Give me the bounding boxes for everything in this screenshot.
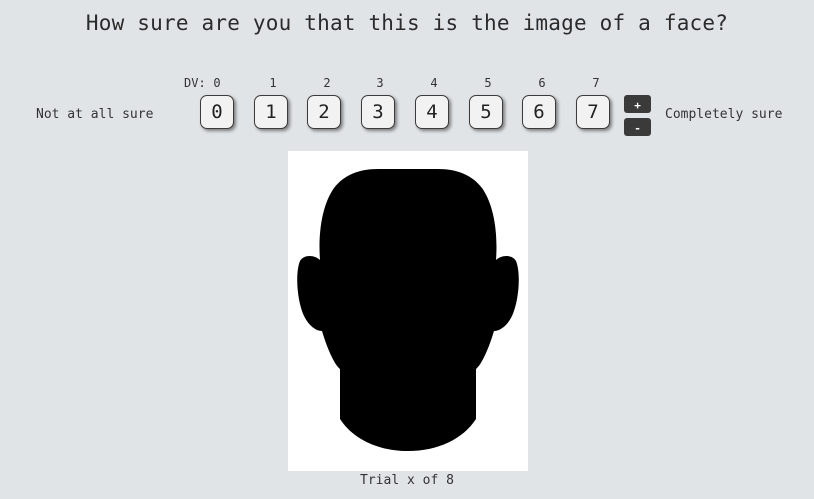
- rating-button-3[interactable]: 3: [361, 95, 395, 129]
- rating-button-0[interactable]: 0: [200, 95, 234, 129]
- scale-label-2: 2: [323, 76, 331, 90]
- head-silhouette-icon: [297, 169, 519, 451]
- scale-label-5: 5: [484, 76, 492, 90]
- scale-label-6: 6: [538, 76, 546, 90]
- rating-button-5[interactable]: 5: [469, 95, 503, 129]
- scale-label-4: 4: [430, 76, 438, 90]
- stimulus-image: [288, 151, 528, 471]
- scale-label-3: 3: [376, 76, 384, 90]
- rating-button-4[interactable]: 4: [415, 95, 449, 129]
- rating-button-2[interactable]: 2: [307, 95, 341, 129]
- question-heading: How sure are you that this is the image …: [85, 11, 729, 35]
- rating-button-1[interactable]: 1: [254, 95, 288, 129]
- rating-button-7[interactable]: 7: [576, 95, 610, 129]
- rating-button-6[interactable]: 6: [522, 95, 556, 129]
- increment-button[interactable]: +: [624, 95, 651, 113]
- scale-label-1: 1: [269, 76, 277, 90]
- scale-label-0: 0: [213, 76, 221, 90]
- scale-label-7: 7: [592, 76, 600, 90]
- trial-counter: Trial x of 8: [360, 473, 454, 488]
- low-anchor-label: Not at all sure: [36, 107, 154, 122]
- decrement-button[interactable]: -: [624, 118, 651, 136]
- high-anchor-label: Completely sure: [665, 107, 783, 122]
